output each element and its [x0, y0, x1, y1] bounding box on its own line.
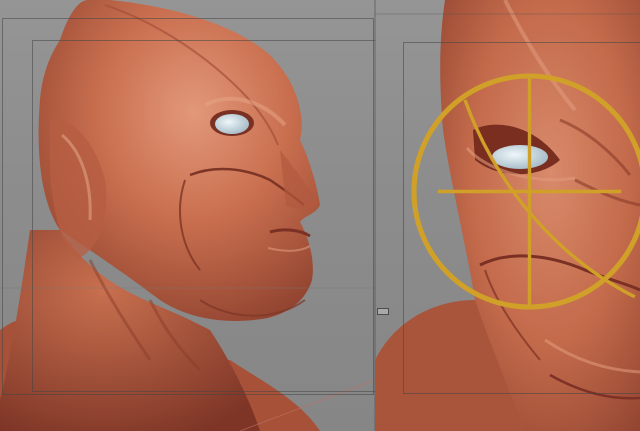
viewport-splitter-handle-icon[interactable] — [377, 308, 389, 315]
side-profile-render — [0, 0, 375, 431]
viewport-left[interactable] — [0, 0, 375, 431]
viewport-right[interactable] — [375, 0, 640, 431]
front-closeup-render — [375, 0, 640, 431]
sculpt-workspace — [0, 0, 640, 431]
